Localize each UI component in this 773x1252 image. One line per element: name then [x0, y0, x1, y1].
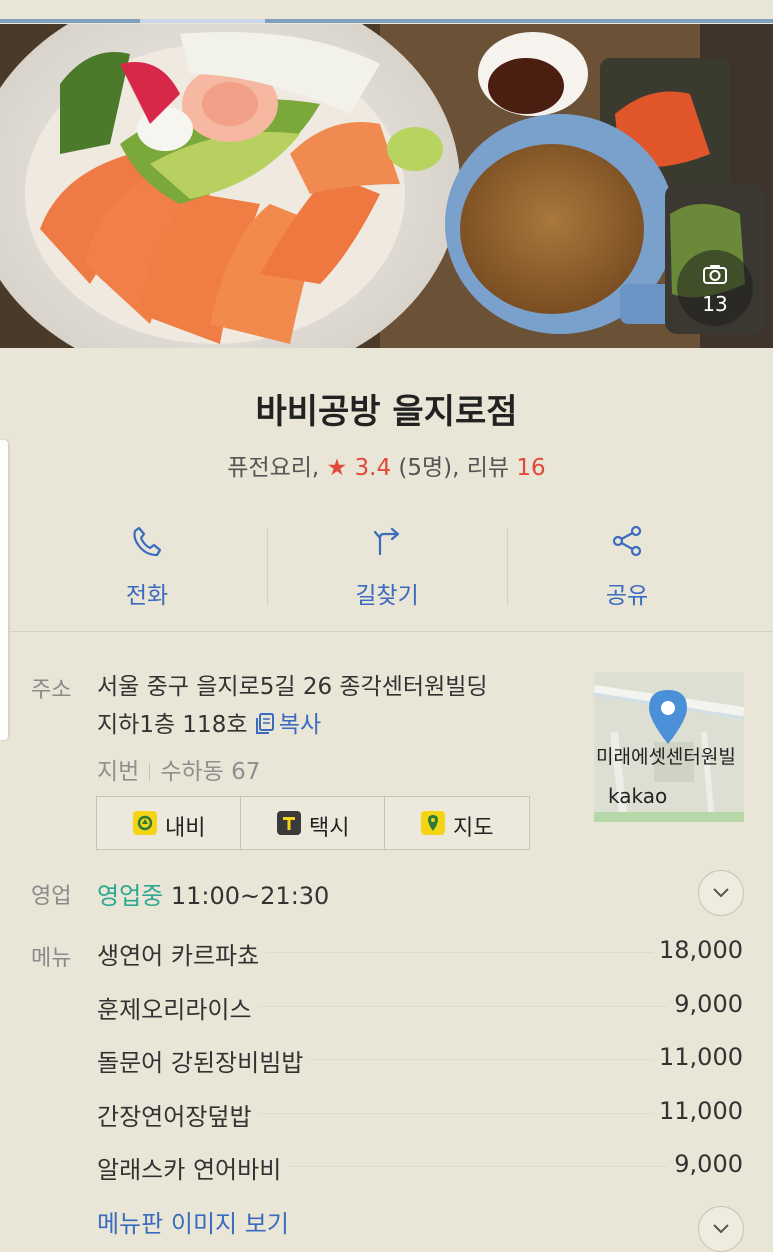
share-button[interactable]: 공유: [507, 520, 747, 610]
category: 퓨전요리,: [227, 455, 320, 481]
menu-label: 메뉴: [31, 946, 72, 971]
address-line-1: 서울 중구 을지로5길 26 종각센터원빌딩: [97, 674, 488, 700]
top-progress: [0, 0, 773, 26]
hours-time: 11:00~21:30: [170, 882, 330, 910]
address-line-2: 지하1층 118호: [97, 712, 248, 738]
map-brand: kakao: [608, 784, 668, 808]
open-status: 영업중: [97, 882, 164, 910]
navi-button[interactable]: 내비: [97, 797, 241, 849]
navi-icon: [133, 811, 157, 835]
share-icon: [612, 525, 642, 557]
directions-button[interactable]: 길찾기: [267, 520, 507, 610]
photo-count-badge[interactable]: 13: [677, 250, 753, 326]
menu-item: 훈제오리라이스 9,000: [97, 989, 743, 1025]
phone-icon: [133, 526, 162, 557]
address-text: 서울 중구 을지로5길 26 종각센터원빌딩 지하1층 118호 복사: [97, 668, 567, 744]
review-label[interactable]: 리뷰: [467, 455, 509, 481]
menu-item: 알래스카 연어바비 9,000: [97, 1150, 743, 1185]
copy-icon: [255, 713, 274, 734]
place-photo[interactable]: 13: [0, 24, 773, 348]
taxi-button[interactable]: 택시: [241, 797, 385, 849]
chevron-down-icon: [713, 1224, 729, 1234]
divider: [10, 631, 773, 632]
menu-item: 간장연어장덮밥 11,000: [97, 1096, 743, 1132]
star-icon: ★: [326, 455, 348, 481]
directions-icon: [373, 527, 400, 556]
copy-address-button[interactable]: 복사: [255, 712, 321, 738]
expand-menu-button[interactable]: [698, 1206, 744, 1252]
lot-address: 지번 수하동 67: [97, 759, 261, 785]
menu-item: 돌문어 강된장비빔밥 11,000: [97, 1043, 743, 1078]
place-title: 바비공방 을지로점: [255, 392, 518, 432]
menu-list: 생연어 카르파쵸 18,000 훈제오리라이스 9,000 돌문어 강된장비빔밥…: [97, 934, 743, 1202]
rating-value: 3.4: [354, 455, 392, 481]
map-poi-label: 미래에셋센터원빌: [596, 746, 736, 768]
place-summary: 퓨전요리, ★ 3.4 (5명), 리뷰 16: [0, 448, 773, 482]
expand-hours-button[interactable]: [698, 870, 744, 916]
review-count[interactable]: 16: [516, 455, 545, 481]
map-pin-icon: [421, 811, 445, 835]
taxi-icon: [277, 811, 301, 835]
menu-item: 생연어 카르파쵸 18,000: [97, 936, 743, 971]
hours-label: 영업: [31, 884, 72, 909]
business-hours: 영업중 11:00~21:30: [97, 876, 329, 911]
mini-map[interactable]: 미래에셋센터원빌 kakao: [594, 672, 744, 822]
chevron-down-icon: [713, 888, 729, 898]
map-button-group: 내비 택시 지도: [96, 796, 530, 850]
side-drawer-handle[interactable]: [0, 440, 8, 740]
action-bar: 전화 길찾기 공유: [27, 520, 747, 610]
address-label: 주소: [31, 678, 72, 703]
menu-image-link[interactable]: 메뉴판 이미지 보기: [97, 1204, 289, 1239]
rating-count: (5명),: [398, 455, 460, 481]
camera-icon: [703, 265, 727, 284]
call-button[interactable]: 전화: [27, 520, 267, 610]
photo-count: 13: [702, 292, 728, 316]
map-button[interactable]: 지도: [385, 797, 529, 849]
